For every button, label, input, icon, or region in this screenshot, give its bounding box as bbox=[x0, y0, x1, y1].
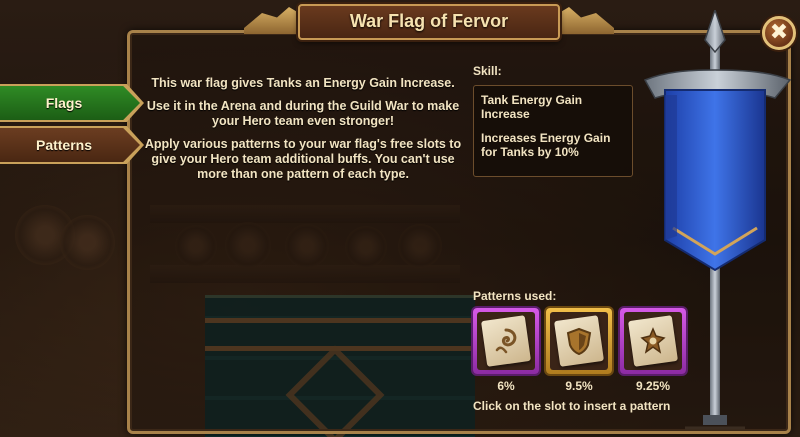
swirl-pattern-icon bbox=[491, 326, 521, 356]
war-flag-banner-icon bbox=[643, 10, 792, 430]
slot-inner bbox=[477, 312, 535, 370]
pattern-slot-2[interactable] bbox=[546, 308, 612, 374]
pattern-slot-2-value: 9.5% bbox=[565, 379, 593, 393]
skill-effect: Increases Energy Gain for Tanks by 10% bbox=[481, 131, 611, 159]
background-barrel bbox=[60, 215, 115, 270]
shield-pattern-icon bbox=[564, 326, 594, 356]
patterns-label: Patterns used: bbox=[473, 289, 557, 303]
pattern-slot-1[interactable] bbox=[473, 308, 539, 374]
flag-description: This war flag gives Tanks an Energy Gain… bbox=[138, 76, 468, 190]
skill-box: Tank Energy Gain Increase Increases Ener… bbox=[473, 85, 633, 177]
tab-flags[interactable]: Flags bbox=[0, 86, 140, 120]
skill-label: Skill: bbox=[473, 64, 502, 78]
skill-name: Tank Energy Gain Increase bbox=[481, 93, 583, 121]
description-paragraph: Apply various patterns to your war flag'… bbox=[144, 137, 462, 181]
description-paragraph: This war flag gives Tanks an Energy Gain… bbox=[151, 76, 455, 90]
slot-inner bbox=[550, 312, 608, 370]
dialog-title: War Flag of Fervor bbox=[349, 11, 509, 31]
pattern-slot-1-value: 6% bbox=[497, 379, 515, 393]
description-paragraph: Use it in the Arena and during the Guild… bbox=[146, 99, 460, 128]
tab-patterns[interactable]: Patterns bbox=[0, 128, 140, 162]
